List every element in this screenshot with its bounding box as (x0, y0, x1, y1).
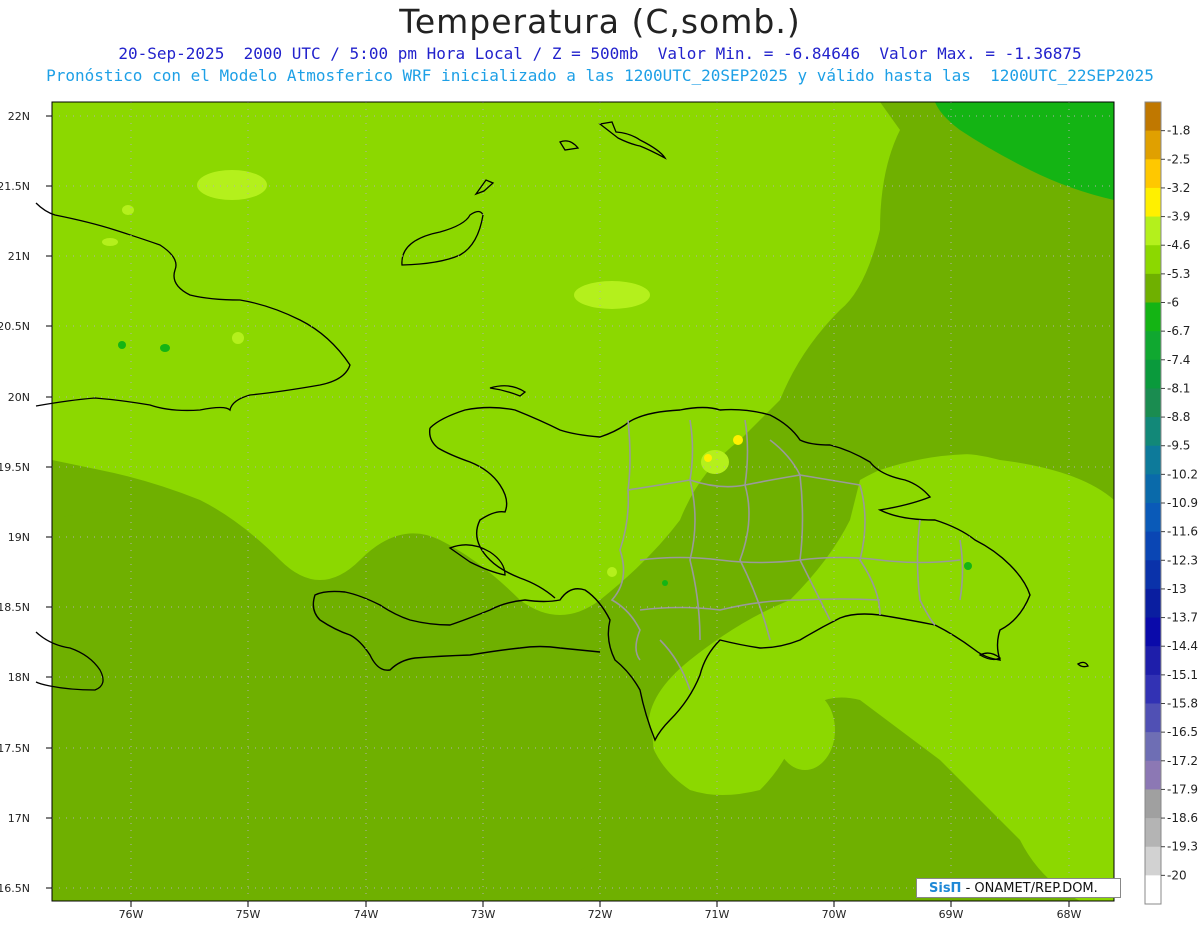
credit-text: - ONAMET/REP.DOM. (961, 881, 1098, 896)
colorbar-label: -10.2 (1167, 467, 1198, 481)
colorbar-swatch (1145, 617, 1161, 647)
lon-label-72w: 72W (588, 908, 613, 921)
lat-label-21n: 21N (8, 250, 30, 263)
lat-label-18n: 18N (8, 671, 30, 684)
lon-label-75w: 75W (236, 908, 261, 921)
colorbar-swatch (1145, 588, 1161, 619)
lat-label-21-5n: 21.5N (0, 180, 30, 193)
lon-axis: 76W 75W 74W 73W 72W 71W 70W 69W 68W (119, 901, 1082, 921)
lon-label-76w: 76W (119, 908, 144, 921)
colorbar-swatch (1145, 359, 1161, 389)
colorbar-swatch (1145, 216, 1161, 246)
colorbar-swatch (1145, 875, 1161, 905)
colorbar: -1.8 -2.5 -3.2 -3.9 -4.6 -5.3 -6 -6.7 -7.4 -8.1 -8… (1144, 101, 1198, 905)
colorbar-label: -19.3 (1167, 840, 1198, 854)
colorbar-swatch (1145, 245, 1161, 275)
colorbar-label: -6 (1167, 296, 1179, 310)
colorbar-swatch (1145, 302, 1161, 332)
colorbar-label: -13.7 (1167, 611, 1198, 625)
colorbar-label: -3.9 (1167, 210, 1190, 224)
colorbar-label: -7.4 (1167, 353, 1190, 367)
warmer-spot-8 (232, 332, 244, 344)
colorbar-label: -11.6 (1167, 525, 1198, 539)
warm-blob-southeast (775, 690, 835, 770)
colorbar-swatch (1145, 187, 1161, 218)
warmer-spot-6 (122, 205, 134, 215)
colorbar-swatch (1145, 818, 1161, 848)
cool-spot-3 (662, 580, 668, 586)
lat-label-17n: 17N (8, 812, 30, 825)
colorbar-swatch (1145, 703, 1161, 733)
cool-spot-4 (964, 562, 972, 570)
cool-spot-2 (118, 341, 126, 349)
lon-label-71w: 71W (705, 908, 730, 921)
colorbar-swatch (1145, 388, 1161, 418)
credit-box: SisΠ - ONAMET/REP.DOM. (916, 878, 1121, 898)
colorbar-label: -9.5 (1167, 439, 1190, 453)
colorbar-swatch (1145, 102, 1161, 132)
colorbar-swatch (1145, 846, 1161, 876)
warmer-spot-7 (102, 238, 118, 246)
colorbar-label: -18.6 (1167, 811, 1198, 825)
warmer-blob-2 (197, 170, 267, 200)
lat-label-17-5n: 17.5N (0, 742, 30, 755)
colorbar-label: -14.4 (1167, 639, 1198, 653)
colorbar-label: -2.5 (1167, 152, 1190, 166)
colorbar-label: -15.8 (1167, 697, 1198, 711)
lon-label-68w: 68W (1057, 908, 1082, 921)
colorbar-swatch (1145, 503, 1161, 533)
colorbar-label: -4.6 (1167, 238, 1190, 252)
colorbar-swatch (1145, 789, 1161, 819)
colorbar-swatch (1145, 474, 1161, 504)
cool-spot-1 (160, 344, 170, 352)
colorbar-label: -8.1 (1167, 381, 1190, 395)
colorbar-label: -17.9 (1167, 782, 1198, 796)
sispi-logo: SisΠ (929, 881, 962, 896)
colorbar-swatch (1145, 130, 1161, 160)
warmer-blob-1 (574, 281, 650, 309)
colorbar-label: -6.7 (1167, 324, 1190, 338)
warmer-blob-3 (701, 450, 729, 474)
colorbar-label: -12.3 (1167, 553, 1198, 567)
colorbar-label: -17.2 (1167, 754, 1198, 768)
lat-label-19-5n: 19.5N (0, 461, 30, 474)
lon-label-69w: 69W (939, 908, 964, 921)
colorbar-swatch (1145, 445, 1161, 475)
colorbar-label: -3.2 (1167, 181, 1190, 195)
colorbar-swatch (1145, 417, 1161, 447)
lon-label-74w: 74W (354, 908, 379, 921)
lat-label-22n: 22N (8, 110, 30, 123)
colorbar-label: -15.1 (1167, 668, 1198, 682)
lat-axis: 22N 21.5N 21N 20.5N 20N 19.5N 19N 18.5N … (0, 110, 52, 895)
warmer-spot-5 (704, 454, 712, 462)
warmer-spot-4 (733, 435, 743, 445)
colorbar-label: -20 (1167, 868, 1187, 882)
colorbar-label: -13 (1167, 582, 1187, 596)
warmer-spot-9 (607, 567, 617, 577)
colorbar-swatch (1145, 760, 1161, 790)
colorbar-swatch (1145, 732, 1161, 762)
colorbar-label: -5.3 (1167, 267, 1190, 281)
colorbar-label: -16.5 (1167, 725, 1198, 739)
colorbar-swatch (1145, 531, 1161, 561)
colorbar-swatch (1145, 560, 1161, 590)
temperature-map: 22N 21.5N 21N 20.5N 20N 19.5N 19N 18.5N … (0, 101, 1198, 921)
colorbar-swatch (1145, 331, 1161, 361)
colorbar-label: -10.9 (1167, 496, 1198, 510)
lat-label-20n: 20N (8, 391, 30, 404)
lat-label-16-5n: 16.5N (0, 882, 30, 895)
lat-label-19n: 19N (8, 531, 30, 544)
colorbar-label: -8.8 (1167, 410, 1190, 424)
lat-label-20-5n: 20.5N (0, 320, 30, 333)
colorbar-label: -1.8 (1167, 124, 1190, 138)
colorbar-swatch (1145, 646, 1161, 676)
colorbar-swatch (1145, 674, 1161, 704)
lon-label-73w: 73W (471, 908, 496, 921)
colorbar-swatch (1145, 159, 1161, 189)
colorbar-swatch (1145, 273, 1161, 303)
lat-label-18-5n: 18.5N (0, 601, 30, 614)
lon-label-70w: 70W (822, 908, 847, 921)
